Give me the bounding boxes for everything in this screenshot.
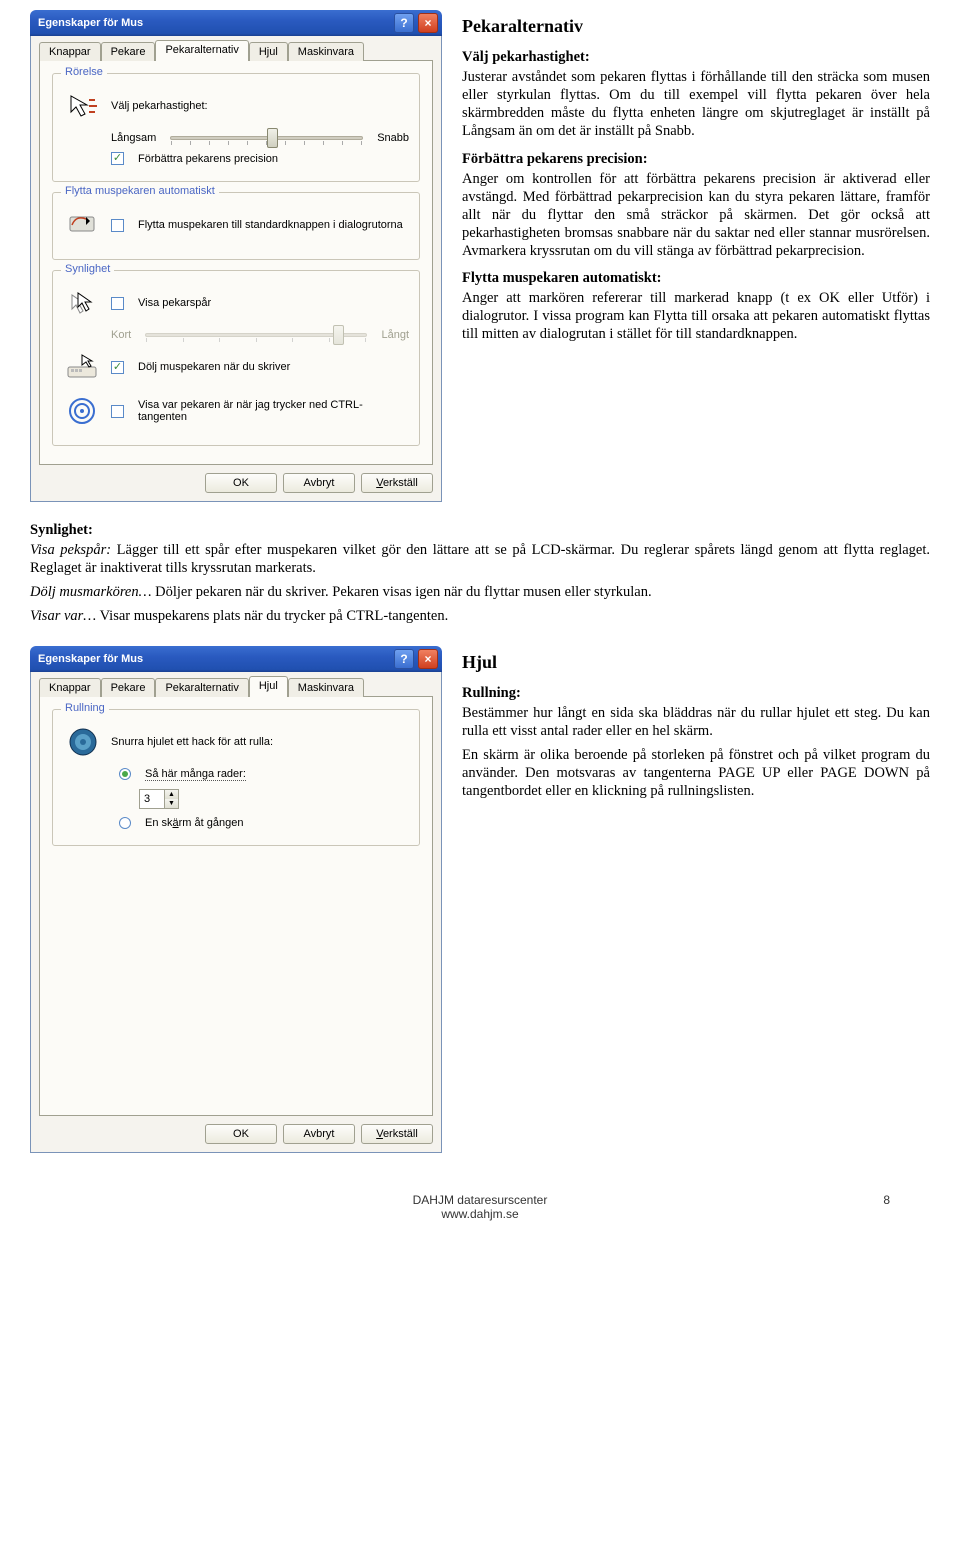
- speed-slider[interactable]: [170, 136, 363, 140]
- wheel-icon: [63, 724, 103, 760]
- short-label: Kort: [111, 329, 131, 341]
- lines-value: 3: [140, 793, 164, 805]
- para-synlighet-2: Dölj musmarkören… Döljer pekaren när du …: [30, 583, 930, 601]
- close-icon-2[interactable]: ×: [418, 649, 438, 669]
- cancel-button-2[interactable]: Avbryt: [283, 1124, 355, 1144]
- page-number: 8: [883, 1193, 890, 1207]
- trail-length-slider: [145, 333, 367, 337]
- trails-checkbox[interactable]: [111, 297, 124, 310]
- apply-button[interactable]: Verkställ: [361, 473, 433, 493]
- group-synlighet: Synlighet Visa pekarspår Kort: [52, 270, 420, 446]
- mouse-properties-dialog-1: Egenskaper för Mus ? × Knappar Pekare Pe…: [30, 10, 442, 502]
- trails-label: Visa pekarspår: [138, 297, 211, 309]
- txt-visa-pekspar: Lägger till ett spår efter muspekaren vi…: [30, 542, 930, 576]
- window-title-2: Egenskaper för Mus: [38, 653, 143, 665]
- group-title-flytta: Flytta muspekaren automatiskt: [61, 185, 219, 197]
- para-synlighet-1: Visa pekspår: Lägger till ett spår efter…: [30, 541, 930, 577]
- pointer-trails-icon: [63, 285, 103, 321]
- snap-to-icon: [63, 207, 103, 243]
- tabstrip-2: Knappar Pekare Pekaralternativ Hjul Mask…: [39, 678, 433, 697]
- tab-pekare[interactable]: Pekare: [101, 42, 156, 61]
- tab-pekaralternativ[interactable]: Pekaralternativ: [155, 40, 248, 61]
- titlebar-2[interactable]: Egenskaper för Mus ? ×: [30, 646, 442, 672]
- snap-to-label: Flytta muspekaren till standardknappen i…: [138, 219, 403, 231]
- group-rullning: Rullning Snurra hjulet ett hack för att …: [52, 709, 420, 846]
- hide-pointer-label: Dölj muspekaren när du skriver: [138, 361, 290, 373]
- footer-org: DAHJM dataresurscenter: [413, 1193, 548, 1207]
- group-flytta: Flytta muspekaren automatiskt Flytta mus…: [52, 192, 420, 260]
- para-synlighet-3: Visar var… Visar muspekarens plats när d…: [30, 607, 930, 625]
- page-footer: DAHJM dataresurscenter 8 www.dahjm.se: [30, 1193, 930, 1221]
- ctrl-locate-label: Visa var pekaren är när jag trycker ned …: [138, 399, 409, 423]
- txt-visavar: Visar muspekarens plats när du trycker p…: [96, 608, 448, 624]
- radio-skarm[interactable]: [119, 817, 131, 829]
- ok-button[interactable]: OK: [205, 473, 277, 493]
- tab-maskinvara[interactable]: Maskinvara: [288, 42, 364, 61]
- fast-label: Snabb: [377, 132, 409, 144]
- skarm-label: En skärm åt gången: [145, 817, 243, 829]
- speed-label: Välj pekarhastighet:: [111, 100, 208, 112]
- lines-spinner[interactable]: 3 ▲ ▼: [139, 789, 179, 809]
- spinner-down-icon[interactable]: ▼: [164, 799, 178, 808]
- apply-button-2[interactable]: Verkställ: [361, 1124, 433, 1144]
- precision-checkbox[interactable]: [111, 152, 124, 165]
- txt-dolj: Döljer pekaren när du skriver. Pekaren v…: [152, 584, 652, 600]
- group-rorelse: Rörelse Välj pekarhastighet: Långsam: [52, 73, 420, 182]
- em-dolj: Dölj musmarkören…: [30, 584, 152, 600]
- tab2-pekaralternativ[interactable]: Pekaralternativ: [155, 678, 248, 697]
- precision-label: Förbättra pekarens precision: [138, 153, 278, 165]
- em-visa-pekspar: Visa pekspår:: [30, 542, 111, 558]
- tab2-knappar[interactable]: Knappar: [39, 678, 101, 697]
- tab-knappar[interactable]: Knappar: [39, 42, 101, 61]
- cancel-button[interactable]: Avbryt: [283, 473, 355, 493]
- hide-pointer-checkbox[interactable]: [111, 361, 124, 374]
- radio-rader[interactable]: [119, 768, 131, 780]
- group-title-rorelse: Rörelse: [61, 66, 107, 78]
- pointer-speed-icon: [63, 88, 103, 124]
- help-icon-2[interactable]: ?: [394, 649, 414, 669]
- sub-synlighet: Synlighet:: [30, 522, 930, 539]
- ok-button-2[interactable]: OK: [205, 1124, 277, 1144]
- group-title-rullning: Rullning: [61, 702, 109, 714]
- ctrl-locate-icon: [63, 393, 103, 429]
- hide-pointer-icon: [63, 349, 103, 385]
- tab2-pekare[interactable]: Pekare: [101, 678, 156, 697]
- spinner-up-icon[interactable]: ▲: [164, 790, 178, 799]
- snap-to-checkbox[interactable]: [111, 219, 124, 232]
- help-icon[interactable]: ?: [394, 13, 414, 33]
- titlebar[interactable]: Egenskaper för Mus ? ×: [30, 10, 442, 36]
- em-visavar: Visar var…: [30, 608, 96, 624]
- footer-url: www.dahjm.se: [30, 1207, 930, 1221]
- mouse-properties-dialog-2: Egenskaper för Mus ? × Knappar Pekare Pe…: [30, 646, 442, 1153]
- group-title-synlighet: Synlighet: [61, 263, 114, 275]
- ctrl-locate-checkbox[interactable]: [111, 405, 124, 418]
- tab2-hjul[interactable]: Hjul: [249, 676, 288, 697]
- tabstrip: Knappar Pekare Pekaralternativ Hjul Mask…: [39, 42, 433, 61]
- close-icon[interactable]: ×: [418, 13, 438, 33]
- tab-hjul[interactable]: Hjul: [249, 42, 288, 61]
- window-title: Egenskaper för Mus: [38, 17, 143, 29]
- snurra-label: Snurra hjulet ett hack för att rulla:: [111, 736, 273, 748]
- tab2-maskinvara[interactable]: Maskinvara: [288, 678, 364, 697]
- rader-label: Så här många rader:: [145, 768, 246, 781]
- slow-label: Långsam: [111, 132, 156, 144]
- long-label: Långt: [381, 329, 409, 341]
